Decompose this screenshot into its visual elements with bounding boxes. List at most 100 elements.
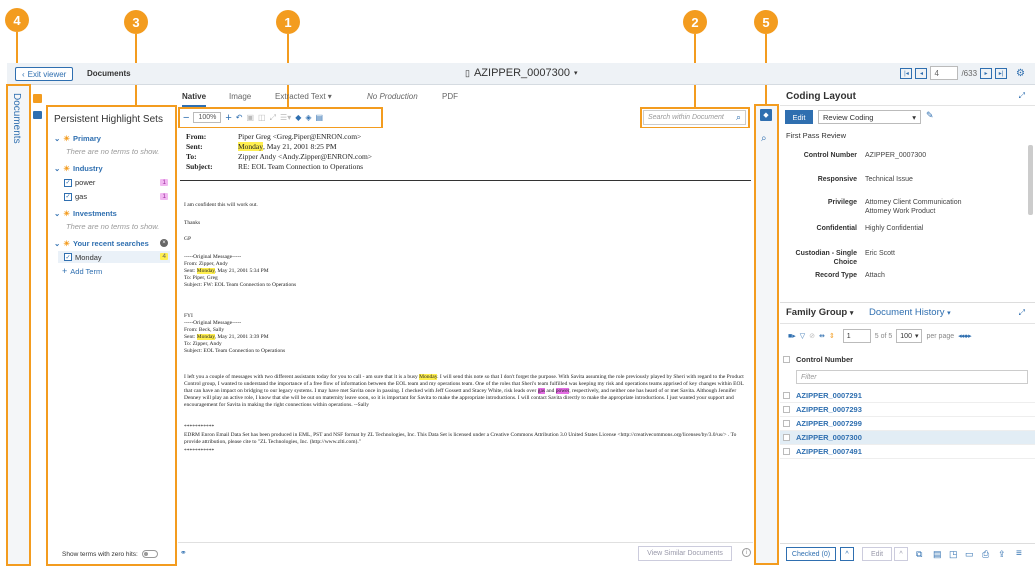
tab-pdf[interactable]: PDF [442,92,458,101]
layout-select-value: Review Coding [823,112,874,122]
info-icon[interactable]: i [742,548,751,557]
highlighter-icon[interactable] [33,94,42,103]
chevron-down-icon: ▾ [912,112,916,122]
tab-native[interactable]: Native [182,92,207,107]
per-page-select[interactable]: 100 ▾ [896,329,923,343]
page-input[interactable]: 1 [842,329,871,343]
email-to: To: Zipper Andy <Andy.Zipper@ENRON.com> [186,152,373,161]
previous-document-button[interactable]: ◂ [915,67,928,79]
expand-icon[interactable]: ⤢ [1019,91,1025,101]
callout-box-5 [754,104,779,565]
field-custodian-2: Choice [833,259,857,266]
tab-extracted-text-label: Extracted Text [275,92,326,101]
row-link[interactable]: AZIPPER_0007291 [796,391,862,400]
chevron-down-icon: ▾ [327,92,332,101]
document-title[interactable]: ▯ AZIPPER_0007300 ▾ [465,67,577,79]
document-icon[interactable]: ▤ [933,549,942,560]
sort-icon[interactable]: ⇕ [829,332,835,340]
tab-extracted-text[interactable]: Extracted Text ▾ [275,92,332,101]
layout-select[interactable]: Review Coding ▾ [818,110,921,124]
last-document-button[interactable]: ▸| [995,67,1008,79]
documents-breadcrumb: Documents [87,69,131,78]
field-confidential[interactable]: Confidential Highly Confidential [780,225,1025,232]
family-row[interactable]: AZIPPER_0007491 [780,445,1035,459]
exit-viewer-label: Exit viewer [27,69,67,79]
expand-icon[interactable]: ⤢ [1019,308,1025,318]
menu-icon[interactable]: ≡ [1016,548,1022,559]
pager-buttons[interactable]: ◂◂◂▸▸ [958,332,972,340]
family-row-selected[interactable]: AZIPPER_0007300 [780,431,1035,445]
family-row[interactable]: AZIPPER_0007293 [780,403,1035,417]
network-icon[interactable]: ⚭ [180,548,187,557]
folder-icon[interactable]: ▭ [965,549,974,560]
chevron-up-icon[interactable]: ^ [840,547,854,561]
document-index-input[interactable]: 4 [930,66,959,80]
clear-filter-icon[interactable]: ⊘ [809,332,815,340]
image-icon[interactable] [33,111,42,119]
scrollbar[interactable] [1028,145,1033,215]
viewer-tabs: Native Image Extracted Text ▾ No Product… [178,89,748,107]
chevron-down-icon: ▾ [947,310,951,317]
field-privilege-2[interactable]: Attorney Work Product [780,208,1025,215]
tab-document-history[interactable]: Document History ▾ [869,307,951,318]
row-link[interactable]: AZIPPER_0007293 [796,405,862,414]
pencil-icon[interactable]: ✎ [926,110,934,121]
row-checkbox[interactable] [783,434,790,441]
row-link[interactable]: AZIPPER_0007299 [796,419,862,428]
field-responsive[interactable]: Responsive Technical Issue [780,176,1025,183]
callout-box-4 [6,84,31,566]
camera-icon[interactable]: ■▸ [788,332,796,340]
tab-image[interactable]: Image [229,92,251,101]
row-link[interactable]: AZIPPER_0007300 [796,433,862,442]
document-navigation: |◂ ◂ 4 /633 ▸ ▸| ⚙ [900,66,1025,80]
body-paragraph: I left you a couple of messages with two… [184,374,744,408]
view-similar-documents-button[interactable]: View Similar Documents [638,546,732,561]
family-row[interactable]: AZIPPER_0007291 [780,389,1035,403]
row-checkbox[interactable] [783,392,790,399]
field-custodian[interactable]: Custodian - Single Eric Scott [780,250,1025,257]
filter-input[interactable]: Filter [796,370,1028,384]
callout-box-1 [178,107,383,129]
edrm-notice: EDRM Enron Email Data Set has been produ… [184,432,737,445]
callout-badge-4: 4 [5,8,29,32]
filter-icon[interactable]: ▽ [800,332,805,340]
edit-coding-button[interactable]: Edit [785,110,813,124]
exit-viewer-button[interactable]: ‹ Exit viewer [15,67,74,81]
callout-badge-3: 3 [124,10,148,34]
family-group-panel: Family Group ▾ Document History ▾ ⤢ ■▸ ▽… [780,302,1035,542]
copy-icon[interactable]: ⧉ [916,549,922,560]
field-record-type[interactable]: Record Type Attach [780,272,1025,279]
tab-family-group-label: Family Group [786,307,848,318]
checked-button[interactable]: Checked (0) [786,547,836,561]
page-count: 5 of 5 [874,332,893,340]
coding-header-divider [780,105,1035,106]
tag-icon[interactable]: ◳ [949,549,958,560]
column-header-control-number[interactable]: Control Number [796,355,853,364]
next-document-button[interactable]: ▸ [980,67,993,79]
coding-section-title: First Pass Review [786,131,847,140]
tab-family-group[interactable]: Family Group ▾ [786,307,853,318]
callout-badge-2: 2 [683,10,707,34]
row-checkbox[interactable] [783,406,790,413]
body-line: I am confident this will work out. [184,202,258,208]
export-icon[interactable]: ⇪ [998,549,1006,560]
pane-icon-strip [30,85,46,565]
columns-icon[interactable]: ⇹ [819,332,825,340]
row-checkbox[interactable] [783,420,790,427]
edit-checked-button[interactable]: Edit [862,547,892,561]
right-bottom-bar: Checked (0) ^ Edit ^ ⧉ ▤ ◳ ▭ ⎙ ⇪ ≡ [780,543,1035,564]
field-privilege[interactable]: Privilege Attorney Client Communication [780,199,1025,206]
callout-badge-5: 5 [754,10,778,34]
gear-icon[interactable]: ⚙ [1016,68,1025,79]
first-document-button[interactable]: |◂ [900,67,913,79]
select-all-checkbox[interactable] [783,356,790,363]
body-line: *********** [184,448,215,454]
chevron-up-icon[interactable]: ^ [894,547,908,561]
row-checkbox[interactable] [783,448,790,455]
family-row[interactable]: AZIPPER_0007299 [780,417,1035,431]
document-total: /633 [961,68,978,78]
row-link[interactable]: AZIPPER_0007491 [796,447,862,456]
print-icon[interactable]: ⎙ [982,549,989,560]
tab-no-production[interactable]: No Production [367,92,418,101]
email-from: From: Piper Greg <Greg.Piper@ENRON.com> [186,132,362,141]
